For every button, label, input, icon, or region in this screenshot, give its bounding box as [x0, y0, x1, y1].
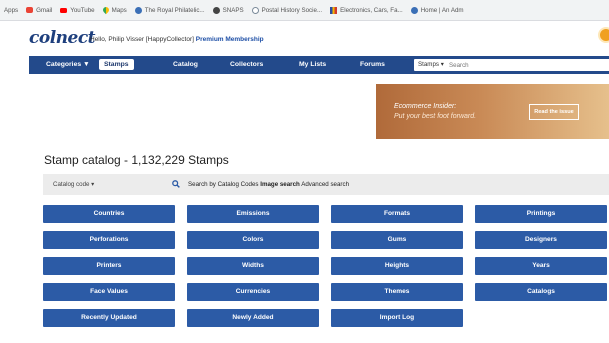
themes-button[interactable]: Themes	[331, 283, 463, 301]
bookmark-label: Apps	[4, 6, 19, 14]
promo-banner[interactable]: Ecommerce Insider: Put your best foot fo…	[376, 84, 609, 139]
nav-forums[interactable]: Forums	[360, 61, 385, 68]
nav-stamps[interactable]: Stamps	[99, 59, 134, 70]
account-badge-icon[interactable]	[598, 27, 609, 43]
bookmarks-bar: Apps Gmail YouTube Maps The Royal Philat…	[0, 0, 609, 21]
nav-collectors[interactable]: Collectors	[230, 61, 263, 68]
bookmark-label: SNAPS	[222, 6, 244, 14]
image-search-link[interactable]: Image search	[260, 181, 300, 188]
bars-icon	[330, 6, 338, 14]
colnect-logo[interactable]: colnect	[29, 28, 96, 48]
gums-button[interactable]: Gums	[331, 231, 463, 249]
formats-button[interactable]: Formats	[331, 205, 463, 223]
countries-button[interactable]: Countries	[43, 205, 175, 223]
main-nav: Categories ▼ Stamps Catalog Collectors M…	[29, 56, 609, 74]
bookmark-label: YouTube	[70, 6, 95, 14]
newly-added-button[interactable]: Newly Added	[187, 309, 319, 327]
bookmark-electronics[interactable]: Electronics, Cars, Fa...	[330, 6, 403, 14]
bookmark-gmail[interactable]: Gmail	[26, 7, 52, 14]
bookmark-home[interactable]: Home | An Adm	[410, 6, 464, 14]
catalogs-button[interactable]: Catalogs	[475, 283, 607, 301]
membership-link[interactable]: Premium Membership	[196, 36, 264, 43]
nav-catalog[interactable]: Catalog	[173, 61, 198, 68]
bookmark-maps[interactable]: Maps	[101, 5, 127, 15]
perforations-button[interactable]: Perforations	[43, 231, 175, 249]
recently-updated-button[interactable]: Recently Updated	[43, 309, 175, 327]
designers-button[interactable]: Designers	[475, 231, 607, 249]
snaps-icon	[212, 6, 220, 14]
search-icon[interactable]	[172, 180, 180, 188]
bookmark-royal-philatelic[interactable]: The Royal Philatelic...	[134, 6, 205, 14]
user-greeting: Hello, Philip Visser [HappyCollector] Pr…	[90, 36, 264, 43]
search-by-codes-link[interactable]: Search by Catalog Codes	[188, 181, 259, 188]
bookmark-youtube[interactable]: YouTube	[60, 6, 95, 14]
advanced-search-link[interactable]: Advanced search	[301, 181, 349, 188]
import-log-button[interactable]: Import Log	[331, 309, 463, 327]
heights-button[interactable]: Heights	[331, 257, 463, 275]
widths-button[interactable]: Widths	[187, 257, 319, 275]
promo-heading: Ecommerce Insider:	[394, 103, 457, 110]
nav-my-lists[interactable]: My Lists	[299, 61, 326, 68]
read-issue-button[interactable]: Read the issue	[529, 104, 579, 120]
bookmark-postal-history[interactable]: Postal History Socie...	[251, 6, 323, 14]
search-scope-select[interactable]: Stamps ▾	[414, 59, 448, 71]
nav-categories[interactable]: Categories ▼	[46, 61, 90, 68]
bookmark-label: Maps	[111, 6, 127, 14]
catalog-button-grid: Countries Emissions Formats Printings Pe…	[43, 205, 607, 327]
bookmark-label: Postal History Socie...	[261, 6, 323, 14]
maps-icon	[101, 5, 110, 15]
bookmark-label: Home | An Adm	[420, 6, 464, 14]
emissions-button[interactable]: Emissions	[187, 205, 319, 223]
bookmark-label: The Royal Philatelic...	[144, 6, 205, 14]
gmail-icon	[26, 7, 34, 13]
printings-button[interactable]: Printings	[475, 205, 607, 223]
bookmark-apps[interactable]: Apps	[4, 7, 18, 14]
greeting-text[interactable]: Hello, Philip Visser [HappyCollector]	[90, 36, 194, 43]
postal-icon	[251, 6, 259, 14]
face-values-button[interactable]: Face Values	[43, 283, 175, 301]
search-links: Search by Catalog Codes Image search Adv…	[188, 181, 349, 188]
printers-button[interactable]: Printers	[43, 257, 175, 275]
search-input[interactable]	[445, 59, 609, 71]
bookmark-label: Electronics, Cars, Fa...	[340, 6, 403, 14]
colors-button[interactable]: Colors	[187, 231, 319, 249]
globe-icon	[410, 6, 418, 14]
currencies-button[interactable]: Currencies	[187, 283, 319, 301]
catalog-code-select[interactable]: Catalog code ▾	[49, 178, 179, 191]
page-title: Stamp catalog - 1,132,229 Stamps	[44, 153, 229, 167]
catalog-search-strip: Catalog code ▾ Search by Catalog Codes I…	[43, 174, 609, 195]
promo-subheading: Put your best foot forward.	[394, 113, 477, 120]
years-button[interactable]: Years	[475, 257, 607, 275]
youtube-icon	[60, 7, 68, 13]
bookmark-label: Gmail	[36, 6, 53, 14]
globe-icon	[134, 6, 142, 14]
bookmark-snaps[interactable]: SNAPS	[212, 6, 244, 14]
